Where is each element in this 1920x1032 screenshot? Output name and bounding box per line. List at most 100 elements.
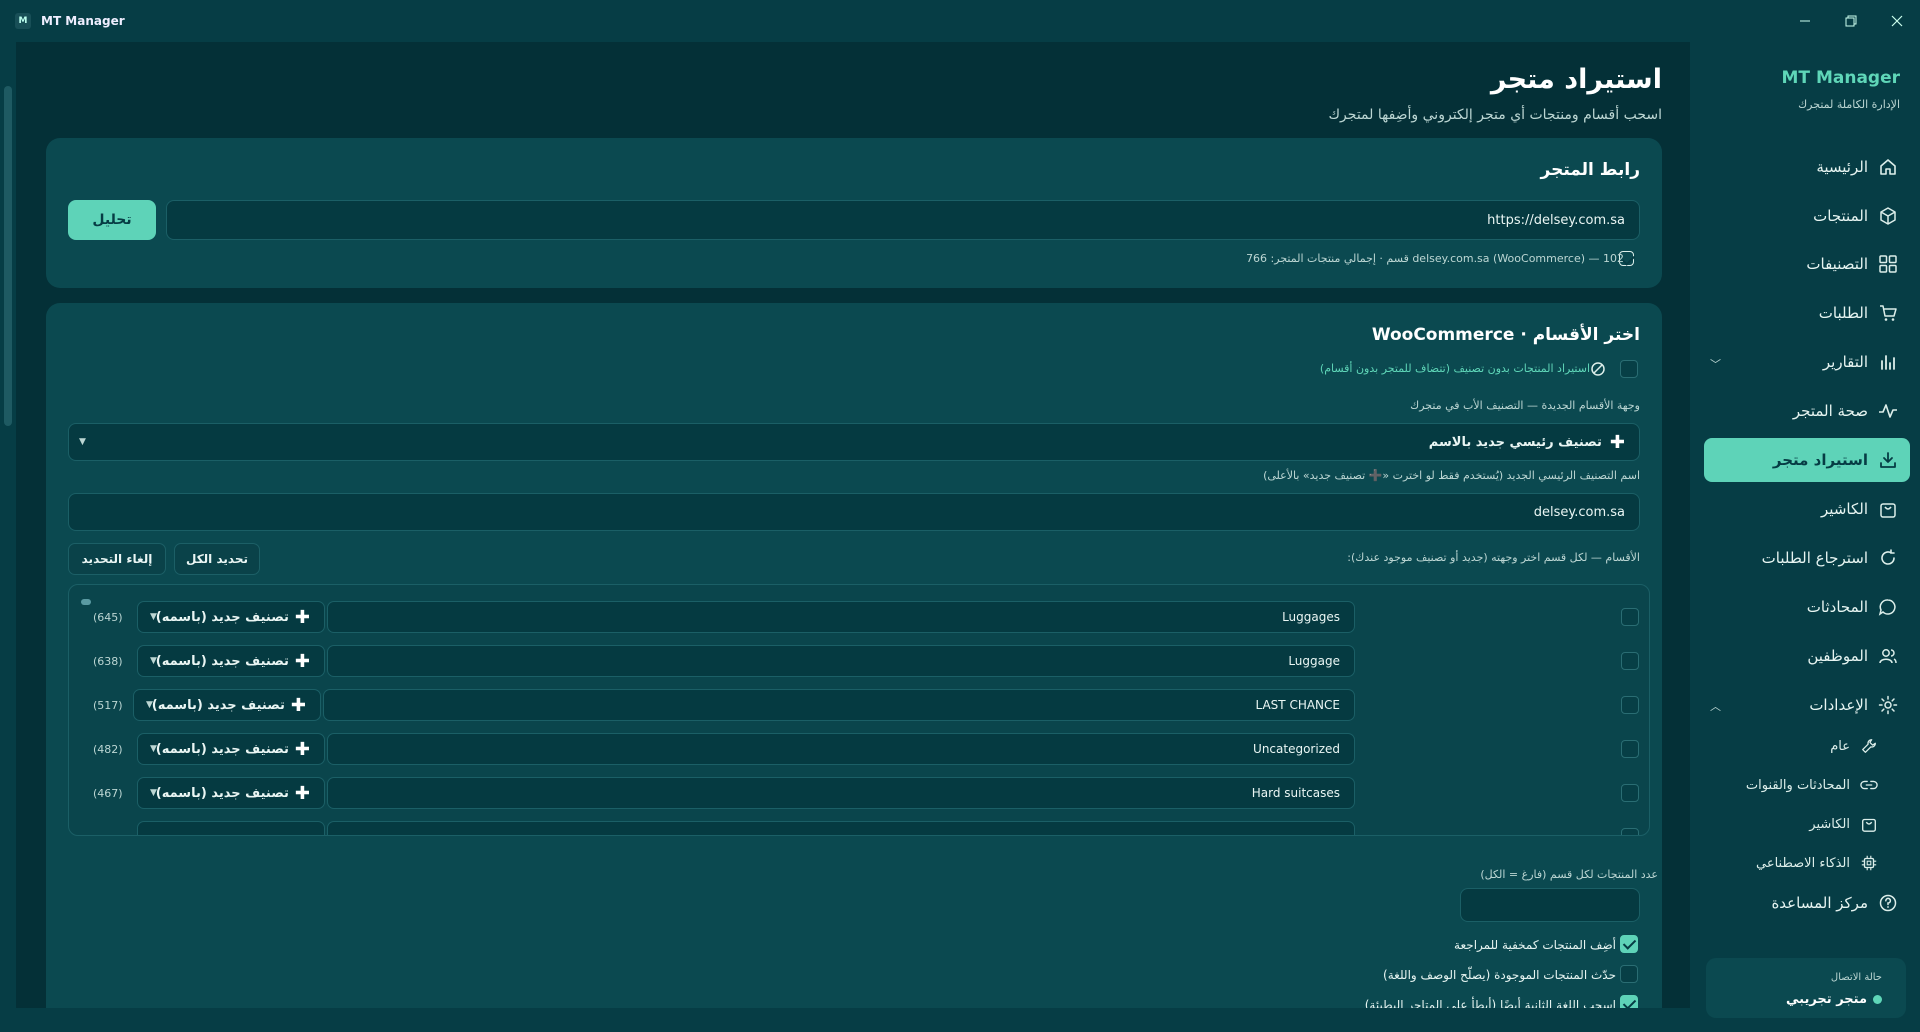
sidebar-item-label: الإعدادات xyxy=(1809,696,1868,714)
sidebar-item-categories[interactable]: التصنيفات xyxy=(1704,242,1910,286)
scrollbar-thumb[interactable] xyxy=(4,86,12,426)
category-name[interactable]: LAST CHANCE xyxy=(323,689,1355,721)
second-language-checkbox[interactable] xyxy=(1620,995,1638,1008)
sidebar-item-cashier[interactable]: الكاشير xyxy=(1704,487,1910,531)
category-name[interactable]: Luggages xyxy=(327,601,1355,633)
minimize-icon xyxy=(1800,20,1810,22)
category-checkbox[interactable] xyxy=(1621,740,1639,758)
destination-label: وجهة الأقسام الجديدة — التصنيف الأب في م… xyxy=(1410,399,1640,412)
second-language-label: اسحب اللغة الثانية أيضًا (أبطأ على المتا… xyxy=(1364,998,1616,1008)
box-icon xyxy=(1880,207,1896,225)
sidebar-item-home[interactable]: الرئيسية xyxy=(1704,145,1910,189)
category-name[interactable]: Uncategorized xyxy=(327,733,1355,765)
sidebar-item-label: الطلبات xyxy=(1818,304,1868,322)
app-title: MT Manager xyxy=(41,14,125,28)
category-checkbox[interactable] xyxy=(1621,608,1639,626)
chat-icon xyxy=(1878,599,1896,616)
destination-select[interactable]: ▼ ✚ تصنيف رئيسي جديد بالاسم xyxy=(68,423,1640,461)
connection-status-label: حالة الاتصال xyxy=(1830,972,1882,983)
category-name[interactable] xyxy=(327,821,1355,835)
category-checkbox[interactable] xyxy=(1621,828,1639,835)
sidebar-item-label: الموظفين xyxy=(1807,647,1868,665)
sidebar-item-reports[interactable]: التقارير xyxy=(1704,340,1910,384)
connection-status-value: متجر تجريبي xyxy=(1786,992,1882,1007)
plus-icon: ✚ xyxy=(294,738,310,760)
deselect-button[interactable]: إلغاء التحديد xyxy=(68,543,166,575)
category-target-select[interactable]: ▼ ✚ تصنيف جديد (باسمه) xyxy=(137,645,325,677)
sidebar-item-label: الرئيسية xyxy=(1816,158,1868,176)
parent-name-label: اسم التصنيف الرئيسي الجديد (يُستخدم فقط … xyxy=(1263,469,1640,482)
hidden-review-checkbox[interactable] xyxy=(1620,935,1638,953)
sidebar-item-returns[interactable]: استرجاع الطلبات xyxy=(1704,536,1910,580)
chip-icon xyxy=(1861,855,1877,871)
sidebar-item-label: التصنيفات xyxy=(1806,255,1868,273)
sidebar-item-store-health[interactable]: صحة المتجر xyxy=(1704,389,1910,433)
sidebar-item-chats[interactable]: المحادثات xyxy=(1704,585,1910,629)
sidebar-item-label: صحة المتجر xyxy=(1792,402,1868,420)
chevron-down-icon: ▼ xyxy=(79,437,86,447)
category-checkbox[interactable] xyxy=(1621,784,1639,802)
pulse-icon xyxy=(1879,404,1897,418)
bag-icon xyxy=(1880,503,1896,518)
table-row: (482) ▼ ✚ تصنيف جديد (باسمه) Uncategorized xyxy=(69,731,1649,767)
sidebar-subitem-chats-channels[interactable]: المحادثات والقنوات xyxy=(1746,770,1878,800)
category-target-select[interactable]: ▼ ✚ تصنيف جديد (باسمه) xyxy=(137,601,325,633)
grid-icon xyxy=(1879,255,1897,273)
connection-status-text: متجر تجريبي xyxy=(1785,992,1867,1007)
gear-icon xyxy=(1878,695,1898,715)
restore-button[interactable] xyxy=(1828,0,1874,42)
category-name[interactable]: Luggage xyxy=(327,645,1355,677)
close-button[interactable] xyxy=(1874,0,1920,42)
select-all-button[interactable]: تحديد الكل xyxy=(174,543,260,575)
analyze-button[interactable]: تحليل xyxy=(68,200,156,240)
sidebar-item-import-store[interactable]: استيراد متجر xyxy=(1704,438,1910,482)
brand-title: MT Manager xyxy=(1781,68,1900,88)
parent-name-input[interactable]: delsey.com.sa xyxy=(68,493,1640,531)
home-icon xyxy=(1880,159,1896,175)
destination-value: تصنيف رئيسي جديد بالاسم xyxy=(1428,434,1602,450)
bag-icon xyxy=(1862,818,1876,832)
sidebar-item-settings[interactable]: الإعدادات xyxy=(1704,683,1910,727)
plus-icon: ✚ xyxy=(294,606,310,628)
sidebar-subitem-general[interactable]: عام xyxy=(1830,731,1878,761)
sidebar-item-label: التقارير xyxy=(1822,353,1868,371)
update-existing-checkbox[interactable] xyxy=(1620,965,1638,983)
sidebar-item-label: استيراد متجر xyxy=(1772,451,1868,469)
sidebar-item-employees[interactable]: الموظفين xyxy=(1704,634,1910,678)
category-name[interactable]: Hard suitcases xyxy=(327,777,1355,809)
users-icon xyxy=(1879,649,1897,664)
connection-status: حالة الاتصال متجر تجريبي xyxy=(1706,958,1906,1018)
sidebar-subitem-ai[interactable]: الذكاء الاصطناعي xyxy=(1756,848,1878,878)
chevron-down-icon[interactable]: ﹀ xyxy=(1710,356,1721,372)
sidebar-item-label: المحادثات xyxy=(1806,598,1868,616)
sidebar-item-label: مركز المساعدة xyxy=(1771,894,1868,912)
category-checkbox[interactable] xyxy=(1621,696,1639,714)
per-category-input[interactable] xyxy=(1460,888,1640,922)
sidebar-item-orders[interactable]: الطلبات xyxy=(1704,291,1910,335)
chevron-up-icon[interactable]: ︿ xyxy=(1710,698,1721,714)
category-target-value: تصنيف جديد (باسمه) xyxy=(151,697,285,713)
category-count: (467) xyxy=(93,787,123,800)
sidebar-subitem-label: الكاشير xyxy=(1809,816,1850,832)
minimize-button[interactable] xyxy=(1782,0,1828,42)
category-checkbox[interactable] xyxy=(1621,652,1639,670)
table-row: (467) ▼ ✚ تصنيف جديد (باسمه) Hard suitcase… xyxy=(69,775,1649,811)
category-target-select[interactable]: ▼ ✚ تصنيف جديد (باسمه) xyxy=(133,689,321,721)
category-target-select[interactable] xyxy=(137,821,325,835)
sidebar-item-help[interactable]: مركز المساعدة xyxy=(1704,881,1910,925)
table-row: (645) ▼ ✚ تصنيف جديد (باسمه) Luggages xyxy=(69,599,1649,635)
outer-scrollbar[interactable] xyxy=(0,42,16,1032)
sidebar-subitem-label: الذكاء الاصطناعي xyxy=(1756,855,1850,871)
sidebar-item-products[interactable]: المنتجات xyxy=(1704,194,1910,238)
update-existing-label: حدّث المنتجات الموجودة (يصلّح الوصف والل… xyxy=(1383,968,1616,982)
category-target-select[interactable]: ▼ ✚ تصنيف جديد (باسمه) xyxy=(137,733,325,765)
categories-list[interactable]: (645) ▼ ✚ تصنيف جديد (باسمه) Luggages (638… xyxy=(68,584,1650,836)
category-count: (517) xyxy=(93,699,123,712)
bottom-bar xyxy=(16,1008,1690,1032)
import-uncategorized-checkbox[interactable] xyxy=(1620,360,1638,378)
category-target-select[interactable]: ▼ ✚ تصنيف جديد (باسمه) xyxy=(137,777,325,809)
sidebar-subitem-label: المحادثات والقنوات xyxy=(1745,777,1850,793)
store-url-input[interactable]: https://delsey.com.sa xyxy=(166,200,1640,240)
title-bar: M MT Manager xyxy=(0,0,1920,42)
sidebar-subitem-cashier[interactable]: الكاشير xyxy=(1809,809,1878,839)
